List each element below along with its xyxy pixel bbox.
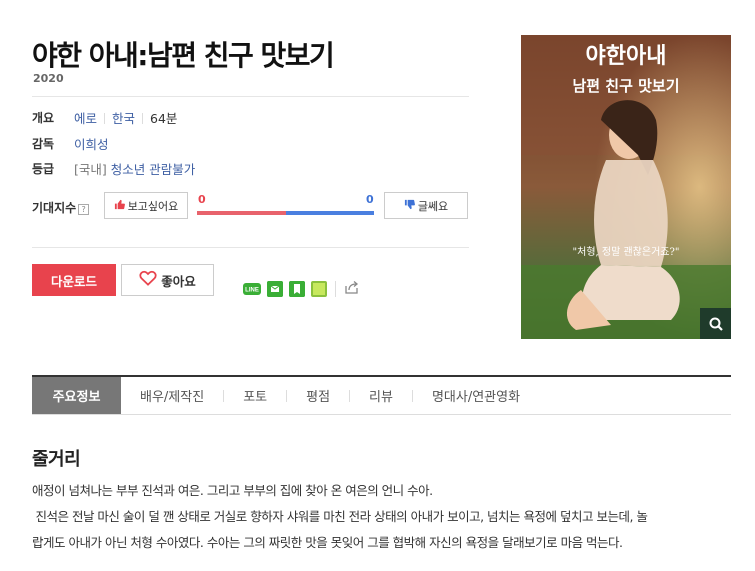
synopsis-line: 애정이 넘쳐나는 부부 진석과 여은. 그리고 부부의 집에 찾아 온 여은의 … <box>32 483 433 498</box>
share-bar: LINE <box>243 279 360 299</box>
like-button[interactable]: 좋아요 <box>121 264 214 296</box>
tab-cast-crew[interactable]: 배우/제작진 <box>121 377 223 414</box>
want-gauge-fill <box>197 211 286 215</box>
poster-title-line1: 야한아내 <box>586 43 667 69</box>
rating-prefix: [국내] <box>74 162 107 177</box>
want-to-see-button[interactable]: 보고싶어요 <box>104 192 188 219</box>
divider <box>335 281 336 297</box>
no-gauge-fill <box>285 211 374 215</box>
synopsis-text: 애정이 넘쳐나는 부부 진석과 여은. 그리고 부부의 집에 찾아 온 여은의 … <box>32 478 732 556</box>
like-label: 좋아요 <box>161 273 196 289</box>
expectation-label: 기대지수? <box>32 199 90 216</box>
synopsis-line: 진석은 전날 마신 술이 덜 깬 상태로 거실로 향하자 샤워를 마친 전라 상… <box>32 509 648 524</box>
expectation-label-text: 기대지수 <box>32 201 77 215</box>
not-sure-button[interactable]: 글쎄요 <box>384 192 468 219</box>
director-link[interactable]: 이희성 <box>74 137 109 152</box>
want-label: 보고싶어요 <box>127 199 179 213</box>
poster-zoom-button[interactable] <box>700 308 731 339</box>
thumbs-up-icon <box>114 199 125 213</box>
synopsis-heading: 줄거리 <box>32 449 81 470</box>
rating-value: [국내] 청소년 관람불가 <box>74 159 195 178</box>
director-label: 감독 <box>32 137 55 151</box>
runtime: 64분 <box>150 111 178 126</box>
expectation-gauge <box>197 211 374 215</box>
overview-label: 개요 <box>32 111 55 125</box>
line-share-text: LINE <box>245 288 259 294</box>
want-count: 0 <box>198 193 206 206</box>
download-button[interactable]: 다운로드 <box>32 264 116 296</box>
help-icon[interactable]: ? <box>78 204 90 215</box>
country-link[interactable]: 한국 <box>112 111 135 126</box>
tab-quotes-related[interactable]: 명대사/연관영화 <box>413 377 539 414</box>
rating-link[interactable]: 청소년 관람불가 <box>111 162 195 177</box>
tab-photos[interactable]: 포토 <box>224 377 286 414</box>
divider <box>104 113 106 124</box>
blog-share-icon[interactable] <box>311 281 327 297</box>
share-out-icon[interactable] <box>344 279 360 299</box>
tab-main-info[interactable]: 주요정보 <box>32 377 121 414</box>
search-icon <box>709 317 723 331</box>
director-value: 이희성 <box>74 134 109 153</box>
synopsis-line: 랍게도 아내가 아닌 처형 수아였다. 수아는 그의 짜릿한 맛을 못잊어 그를… <box>32 535 623 550</box>
tab-ratings[interactable]: 평점 <box>287 377 349 414</box>
movie-poster[interactable]: 야한아내 남편 친구 맛보기 "처형, 정말 괜찮은거죠?" <box>521 35 731 339</box>
rating-label: 등급 <box>32 162 55 176</box>
overview-values: 에로 한국 64분 <box>74 108 177 127</box>
line-share-icon[interactable]: LINE <box>243 281 261 297</box>
divider <box>32 247 469 248</box>
tab-bar: 주요정보 배우/제작진 포토 평점 리뷰 명대사/연관영화 <box>32 375 731 415</box>
bookmark-share-icon[interactable] <box>289 281 305 297</box>
divider <box>32 96 469 97</box>
no-label: 글쎄요 <box>417 199 449 213</box>
movie-title: 야한 아내:남편 친구 맛보기 <box>32 39 335 72</box>
movie-year: 2020 <box>33 72 64 85</box>
heart-icon <box>139 270 157 290</box>
genre-link[interactable]: 에로 <box>74 111 97 126</box>
band-share-icon[interactable] <box>267 281 283 297</box>
poster-tagline: "처형, 정말 괜찮은거죠?" <box>573 246 680 258</box>
poster-title-line2: 남편 친구 맛보기 <box>572 77 679 95</box>
no-count: 0 <box>366 193 374 206</box>
divider <box>142 113 144 124</box>
tab-reviews[interactable]: 리뷰 <box>350 377 412 414</box>
thumbs-down-icon <box>404 199 415 213</box>
